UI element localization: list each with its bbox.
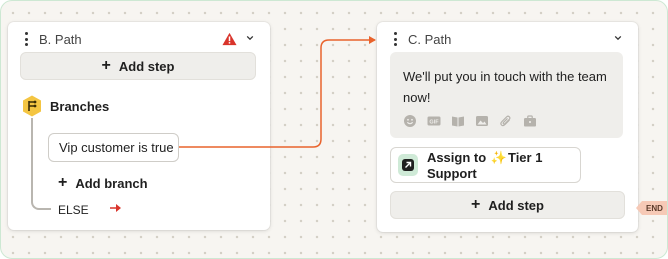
image-icon[interactable] <box>475 114 489 128</box>
warning-icon <box>222 32 237 46</box>
assign-arrow-icon <box>398 154 418 176</box>
plus-icon: + <box>101 57 111 74</box>
plus-icon: + <box>58 174 68 191</box>
branches-icon <box>23 95 41 117</box>
gif-icon[interactable]: GIF <box>427 114 441 128</box>
node-b-path[interactable]: B. Path + Add step Branches Vip customer… <box>8 22 270 230</box>
node-c-path[interactable]: C. Path We'll put you in touch with the … <box>377 22 638 232</box>
assign-step[interactable]: Assign to ✨Tier 1 Support <box>390 147 581 183</box>
add-step-button[interactable]: + Add step <box>390 191 625 219</box>
chevron-down-icon[interactable] <box>614 34 622 42</box>
message-toolbar: GIF <box>403 114 537 128</box>
branches-header: Branches <box>22 95 109 117</box>
node-title: B. Path <box>39 32 82 47</box>
kebab-menu-icon[interactable] <box>23 31 29 47</box>
flow-canvas[interactable]: B. Path + Add step Branches Vip customer… <box>0 0 668 259</box>
kebab-menu-icon[interactable] <box>392 31 398 47</box>
node-header: C. Path <box>377 22 638 56</box>
chevron-down-icon[interactable] <box>246 34 254 42</box>
article-icon[interactable] <box>451 114 465 128</box>
attachment-icon[interactable] <box>499 114 513 128</box>
emoji-icon[interactable] <box>403 114 417 128</box>
node-title: C. Path <box>408 32 452 47</box>
branches-label: Branches <box>50 98 110 114</box>
add-branch-label: Add branch <box>75 175 148 191</box>
add-step-label: Add step <box>488 197 544 213</box>
message-editor[interactable]: We'll put you in touch with the team now… <box>390 52 623 138</box>
message-text[interactable]: We'll put you in touch with the team now… <box>403 66 613 108</box>
else-arrow-icon[interactable] <box>110 203 122 213</box>
add-branch-button[interactable]: + Add branch <box>58 175 148 191</box>
svg-text:GIF: GIF <box>429 119 439 125</box>
assign-prefix: Assign to <box>426 149 487 165</box>
branch-condition-label: Vip customer is true <box>59 140 174 155</box>
sparkle-icon: ✨ <box>490 149 507 165</box>
node-header: B. Path <box>8 22 270 56</box>
add-step-label: Add step <box>118 58 175 74</box>
assign-label: Assign to ✨Tier 1 Support <box>427 150 580 181</box>
else-label: ELSE <box>58 203 89 217</box>
branch-tree-line <box>31 118 51 210</box>
end-badge: END <box>636 201 667 215</box>
briefcase-icon[interactable] <box>523 114 537 128</box>
add-step-button[interactable]: + Add step <box>20 52 256 80</box>
branch-condition[interactable]: Vip customer is true <box>48 133 179 162</box>
plus-icon: + <box>471 196 481 213</box>
